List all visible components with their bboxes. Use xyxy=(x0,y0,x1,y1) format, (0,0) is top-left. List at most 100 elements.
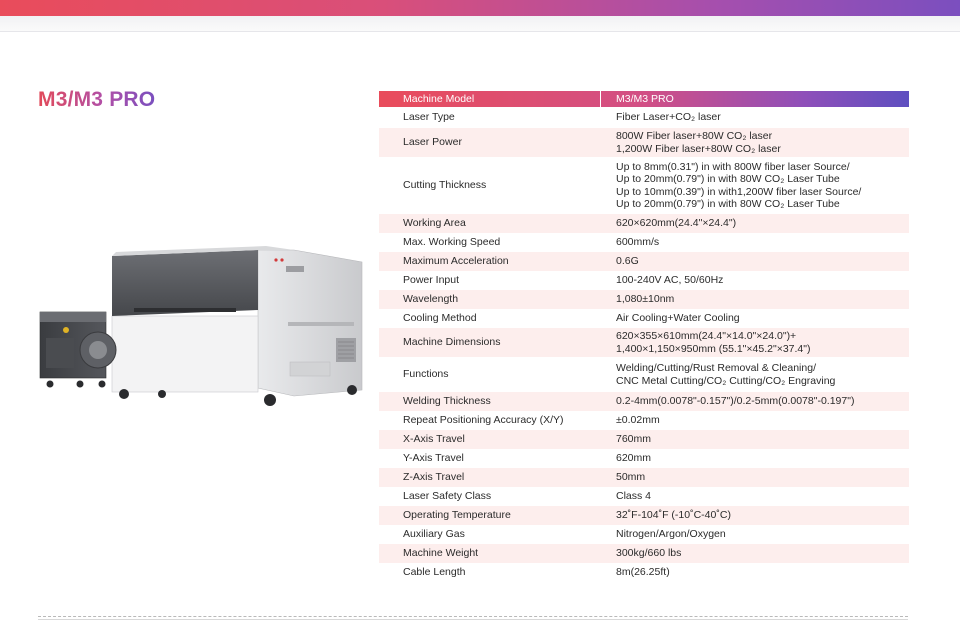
top-gradient-band xyxy=(0,0,960,16)
spec-value: 800W Fiber laser+80W CO₂ laser 1,200W Fib… xyxy=(601,130,909,155)
spec-value: 760mm xyxy=(601,433,909,446)
spec-value-line: 1,400×1,150×950mm (55.1"×45.2"×37.4") xyxy=(616,342,811,355)
spec-label: Machine Dimensions xyxy=(403,336,501,349)
spec-value-line: Up to 8mm(0.31") in with 800W fiber lase… xyxy=(616,160,850,173)
spec-value-line: 0.6G xyxy=(616,255,639,268)
spec-label: Functions xyxy=(403,368,449,381)
top-shadow-strip xyxy=(0,16,960,32)
spec-row: Machine Weight 300kg/660 lbs xyxy=(379,544,909,563)
spec-value-line: Air Cooling+Water Cooling xyxy=(616,312,740,325)
spec-label: Cooling Method xyxy=(403,312,477,325)
spec-value-line: 300kg/660 lbs xyxy=(616,547,682,560)
spec-value-line: 8m(26.25ft) xyxy=(616,566,670,579)
spec-value: Class 4 xyxy=(601,490,909,503)
spec-label: Laser Safety Class xyxy=(403,490,492,503)
spec-value: Nitrogen/Argon/Oxygen xyxy=(601,528,909,541)
spec-row: Laser Safety Class Class 4 xyxy=(379,487,909,506)
spec-label: Auxiliary Gas xyxy=(403,528,465,541)
header-value: M3/M3 PRO xyxy=(616,92,674,105)
spec-row: Laser Type Fiber Laser+CO₂ laser xyxy=(379,107,909,128)
spec-row: Maximum Acceleration 0.6G xyxy=(379,252,909,271)
spec-label: Cutting Thickness xyxy=(403,179,487,192)
spec-label: X-Axis Travel xyxy=(403,433,465,446)
spec-value: Welding/Cutting/Rust Removal & Cleaning/… xyxy=(601,362,909,387)
spec-label: Working Area xyxy=(403,217,466,230)
spec-value: 600mm/s xyxy=(601,236,909,249)
spec-value-line: 1,200W Fiber laser+80W CO₂ laser xyxy=(616,142,781,155)
spec-row: X-Axis Travel 760mm xyxy=(379,430,909,449)
spec-value: 50mm xyxy=(601,471,909,484)
spec-value: 0.2-4mm(0.0078"-0.157")/0.2-5mm(0.0078"-… xyxy=(601,395,909,408)
spec-label: Repeat Positioning Accuracy (X/Y) xyxy=(403,414,564,427)
spec-row: Z-Axis Travel 50mm xyxy=(379,468,909,487)
spec-value-line: 50mm xyxy=(616,471,646,484)
spec-row: Power Input 100-240V AC, 50/60Hz xyxy=(379,271,909,290)
spec-row: Machine Dimensions 620×355×610mm(24.4"×14… xyxy=(379,328,909,357)
spec-label: Wavelength xyxy=(403,293,459,306)
spec-value-line: CNC Metal Cutting/CO₂ Cutting/CO₂ Engrav… xyxy=(616,374,836,387)
spec-value-line: Fiber Laser+CO₂ laser xyxy=(616,111,721,124)
spec-value-line: 0.2-4mm(0.0078"-0.157")/0.2-5mm(0.0078"-… xyxy=(616,395,855,408)
spec-value: Fiber Laser+CO₂ laser xyxy=(601,111,909,124)
spec-label: Operating Temperature xyxy=(403,509,511,522)
spec-value-line: 600mm/s xyxy=(616,236,660,249)
spec-row: Y-Axis Travel 620mm xyxy=(379,449,909,468)
spec-value: Air Cooling+Water Cooling xyxy=(601,312,909,325)
spec-value: 0.6G xyxy=(601,255,909,268)
spec-rows: Laser Type Fiber Laser+CO₂ laser Laser Pow… xyxy=(379,107,909,582)
spec-label: Max. Working Speed xyxy=(403,236,501,249)
spec-label: Welding Thickness xyxy=(403,395,491,408)
spec-value-line: Nitrogen/Argon/Oxygen xyxy=(616,528,726,541)
spec-label: Machine Weight xyxy=(403,547,479,560)
spec-value-line: 800W Fiber laser+80W CO₂ laser xyxy=(616,130,773,142)
spec-row: Cutting Thickness Up to 8mm(0.31") in wit… xyxy=(379,157,909,214)
spec-value: ±0.02mm xyxy=(601,414,909,427)
spec-row: Working Area 620×620mm(24.4"×24.4") xyxy=(379,214,909,233)
spec-label: Y-Axis Travel xyxy=(403,452,464,465)
spec-row: Operating Temperature 32˚F-104˚F (-10˚C-4… xyxy=(379,506,909,525)
spec-value-line: Up to 20mm(0.79") in with 80W CO₂ Laser … xyxy=(616,173,840,185)
spec-value-line: 620×620mm(24.4"×24.4") xyxy=(616,217,737,230)
spec-value: 620×355×610mm(24.4"×14.0"×24.0")+ 1,400×1… xyxy=(601,330,909,355)
spec-row: Laser Power 800W Fiber laser+80W CO₂ lase… xyxy=(379,128,909,157)
spec-value-line: Class 4 xyxy=(616,490,652,503)
spec-value-line: 32˚F-104˚F (-10˚C-40˚C) xyxy=(616,509,731,522)
spec-value-line: 760mm xyxy=(616,433,652,446)
spec-table: Machine Model M3/M3 PRO Laser Type Fiber … xyxy=(379,91,909,582)
page-title: M3/M3 PRO xyxy=(38,88,156,111)
spec-value-line: Up to 20mm(0.79") in with 80W CO₂ Laser … xyxy=(616,198,840,210)
spec-value: 8m(26.25ft) xyxy=(601,566,909,579)
spec-value: 1,080±10nm xyxy=(601,293,909,306)
spec-value: 32˚F-104˚F (-10˚C-40˚C) xyxy=(601,509,909,522)
bottom-divider xyxy=(38,616,908,617)
spec-value-line: Up to 10mm(0.39") in with1,200W fiber la… xyxy=(616,185,862,198)
spec-value-line: 620×355×610mm(24.4"×14.0"×24.0")+ xyxy=(616,330,797,342)
spec-label: Laser Power xyxy=(403,136,462,149)
spec-value-line: 100-240V AC, 50/60Hz xyxy=(616,274,724,287)
spec-label: Z-Axis Travel xyxy=(403,471,465,484)
spec-value-line: ±0.02mm xyxy=(616,414,660,427)
spec-label: Power Input xyxy=(403,274,460,287)
spec-value-line: 1,080±10nm xyxy=(616,293,675,306)
spec-row: Functions Welding/Cutting/Rust Removal & … xyxy=(379,357,909,392)
spec-value: 620mm xyxy=(601,452,909,465)
spec-row: Welding Thickness 0.2-4mm(0.0078"-0.157")… xyxy=(379,392,909,411)
spec-value: 100-240V AC, 50/60Hz xyxy=(601,274,909,287)
spec-value: Up to 8mm(0.31") in with 800W fiber lase… xyxy=(601,161,909,211)
spec-row: Repeat Positioning Accuracy (X/Y) ±0.02mm xyxy=(379,411,909,430)
spec-row: Wavelength 1,080±10nm xyxy=(379,290,909,309)
header-label: Machine Model xyxy=(379,91,601,107)
spec-label: Cable Length xyxy=(403,566,466,579)
bottom-divider-solid xyxy=(38,619,908,620)
laser-machine-image xyxy=(39,246,363,406)
spec-table-header: Machine Model M3/M3 PRO xyxy=(379,91,909,107)
spec-row: Max. Working Speed 600mm/s xyxy=(379,233,909,252)
spec-label: Maximum Acceleration xyxy=(403,255,509,268)
spec-row: Auxiliary Gas Nitrogen/Argon/Oxygen xyxy=(379,525,909,544)
spec-row: Cooling Method Air Cooling+Water Cooling xyxy=(379,309,909,328)
spec-label: Laser Type xyxy=(403,111,455,124)
spec-value: 620×620mm(24.4"×24.4") xyxy=(601,217,909,230)
spec-value: 300kg/660 lbs xyxy=(601,547,909,560)
spec-value-line: Welding/Cutting/Rust Removal & Cleaning/ xyxy=(616,362,816,374)
spec-row: Cable Length 8m(26.25ft) xyxy=(379,563,909,582)
